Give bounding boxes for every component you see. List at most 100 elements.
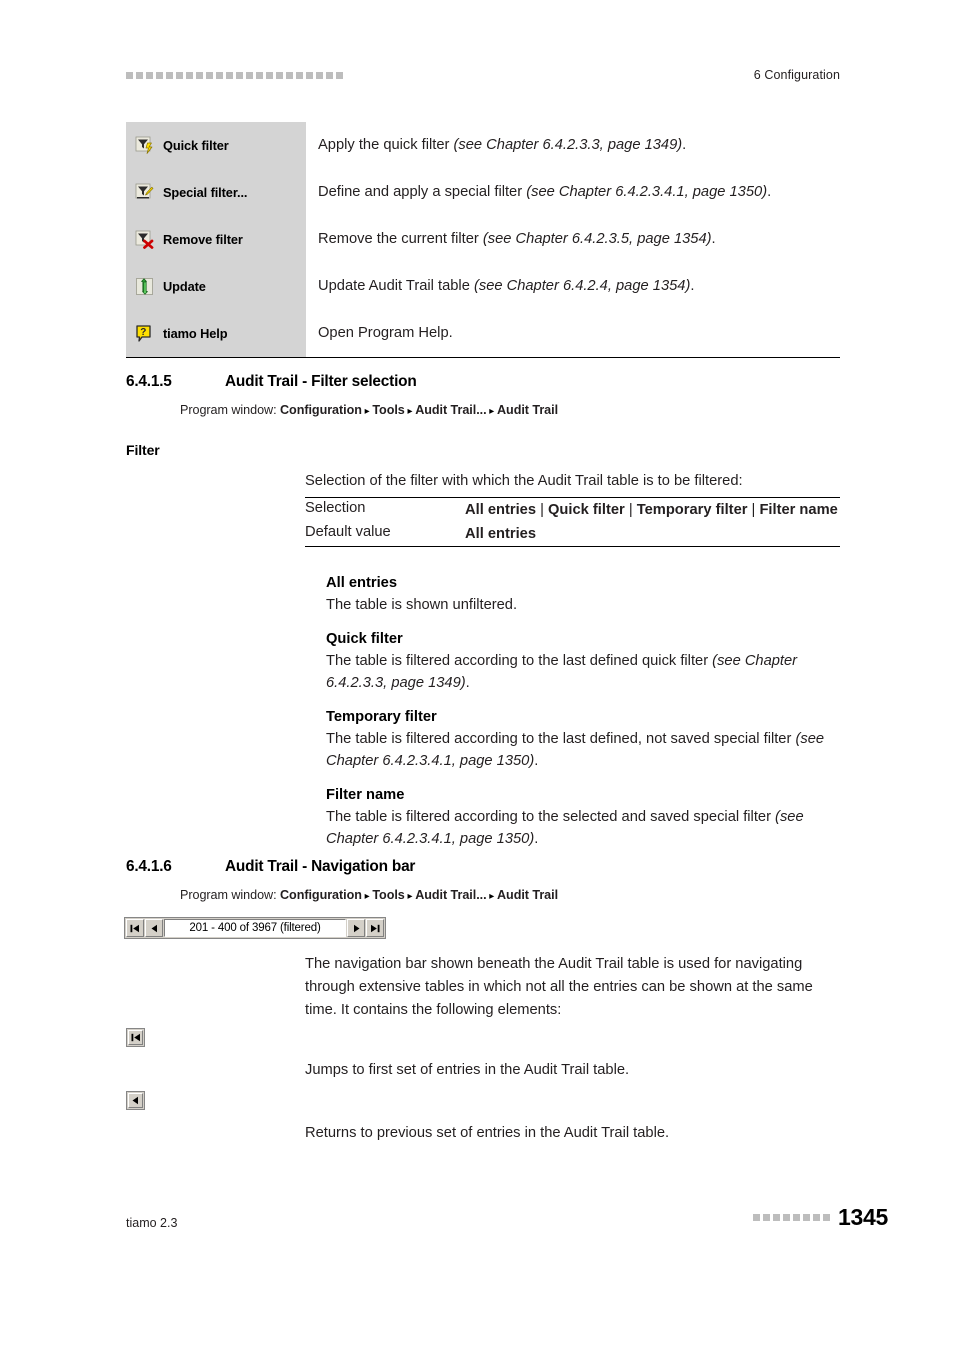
marker-square (763, 1214, 771, 1221)
chevron-right-icon: ▸ (486, 891, 497, 902)
funnel-lightning-icon (135, 136, 153, 154)
marker-square (296, 72, 303, 79)
jump-to-first-button[interactable] (126, 919, 144, 937)
marker-square (146, 72, 153, 79)
definition-description: The table is filtered according to the l… (326, 650, 841, 694)
desc-text: Open Program Help. (318, 324, 453, 341)
next-button[interactable] (347, 919, 365, 937)
value-separator: | (747, 502, 760, 518)
marker-square (773, 1214, 781, 1221)
chevron-right-icon: ▸ (404, 406, 416, 417)
funnel-pencil-icon (135, 183, 154, 199)
table-row: Selection All entries | Quick filter | T… (305, 498, 840, 522)
section-number: 6.4.1.6 (126, 858, 172, 875)
previous-button-illustration[interactable] (126, 1091, 145, 1110)
running-title: 6 Configuration (753, 68, 840, 82)
footer-product-version: tiamo 2.3 (126, 1216, 178, 1230)
definition-term: All entries (326, 575, 398, 591)
icon-description: Update Audit Trail table (see Chapter 6.… (306, 263, 840, 310)
icon-description: Remove the current filter (see Chapter 6… (306, 216, 840, 263)
program-window-path-navbar: Program window: Configuration ▸ Tools ▸ … (180, 888, 558, 902)
chevron-right-icon: ▸ (486, 406, 497, 417)
value-separator: | (624, 502, 637, 518)
marker-square (196, 72, 203, 79)
icon-cell: Remove filter (126, 216, 306, 263)
icon-cell: Special filter... (126, 169, 306, 216)
breadcrumb-item: Audit Trail... (415, 888, 487, 902)
navbar-intro-text: The navigation bar shown beneath the Aud… (305, 956, 813, 1018)
marker-square (306, 72, 313, 79)
footer-marker-squares (753, 1214, 831, 1221)
icon-description: Open Program Help. (306, 310, 840, 357)
icon-label: tiamo Help (163, 326, 228, 341)
icon-cell: Quick filter (126, 122, 306, 169)
marker-square (246, 72, 253, 79)
section-title: Audit Trail - Navigation bar (225, 858, 416, 875)
previous-description: Returns to previous set of entries in th… (305, 1125, 670, 1141)
table-row: Remove filter Remove the current filter … (126, 216, 840, 263)
definition-tail: . (534, 753, 539, 770)
definition-text: The table is shown unfiltered. (326, 597, 518, 614)
chevron-right-icon: ▸ (361, 406, 373, 417)
desc-reference: (see Chapter 6.4.2.3.3, page 1349) (453, 136, 683, 153)
marginal-note-filter: Filter (126, 442, 160, 458)
desc-text: Update Audit Trail table (318, 277, 474, 294)
marker-square (286, 72, 293, 79)
selection-key: Selection (305, 500, 366, 516)
breadcrumb-item: Configuration (280, 403, 362, 417)
header-marker-squares (126, 72, 343, 79)
definition-text: The table is filtered according to the l… (326, 653, 713, 670)
marker-square (783, 1214, 791, 1221)
definition-term: Temporary filter (326, 709, 437, 726)
definition-description: The table is shown unfiltered. (326, 594, 841, 616)
marker-square (206, 72, 213, 79)
selection-option: Temporary filter (636, 502, 748, 518)
audit-trail-navigation-bar[interactable]: 201 - 400 of 3967 (filtered) (124, 917, 386, 939)
icon-cell: ? tiamo Help (126, 310, 306, 357)
selection-option: All entries (465, 502, 537, 518)
previous-icon (151, 924, 157, 932)
footer-page-area: 1345 (753, 1206, 888, 1229)
definition-description: The table is filtered according to the s… (326, 806, 841, 850)
desc-reference: (see Chapter 6.4.2.4, page 1354) (473, 277, 691, 294)
table-row: Special filter... Define and apply a spe… (126, 169, 840, 216)
entry-range-field[interactable]: 201 - 400 of 3967 (filtered) (164, 919, 346, 937)
marker-square (126, 72, 133, 79)
definition-term: Quick filter (326, 631, 403, 648)
previous-icon (132, 1096, 138, 1105)
marker-square (226, 72, 233, 79)
desc-text: Define and apply a special filter (318, 183, 527, 200)
icon-label: Special filter... (163, 185, 248, 200)
default-key: Default value (305, 523, 391, 540)
jump-to-last-icon (371, 924, 380, 932)
table-row: Default value All entries (305, 522, 840, 546)
marker-square (336, 72, 343, 79)
jump-to-last-button[interactable] (366, 919, 384, 937)
desc-text: Remove the current filter (318, 230, 483, 247)
selection-table: Selection All entries | Quick filter | T… (305, 497, 840, 547)
previous-button[interactable] (145, 919, 163, 937)
marker-square (156, 72, 163, 79)
icon-description: Apply the quick filter (see Chapter 6.4.… (306, 122, 840, 169)
marker-square (216, 72, 223, 79)
page-number: 1345 (838, 1204, 888, 1230)
program-window-label: Program window: (180, 403, 280, 417)
table-row: Update Update Audit Trail table (see Cha… (126, 263, 840, 310)
definition-text: The table is filtered according to the s… (326, 809, 776, 826)
program-window-path-filter: Program window: Configuration ▸ Tools ▸ … (180, 403, 558, 417)
breadcrumb-item: Configuration (280, 888, 362, 902)
desc-tail: . (711, 230, 716, 247)
marker-square (256, 72, 263, 79)
chevron-right-icon: ▸ (361, 891, 373, 902)
marker-square (186, 72, 193, 79)
marker-square (823, 1214, 831, 1221)
program-window-label: Program window: (180, 888, 280, 902)
marker-square (316, 72, 323, 79)
jump-to-first-button-illustration[interactable] (126, 1028, 145, 1047)
jump-to-first-icon (130, 924, 139, 932)
chevron-right-icon: ▸ (404, 891, 416, 902)
button-face (128, 1030, 143, 1045)
next-icon (353, 924, 359, 932)
marker-square (136, 72, 143, 79)
jump-to-first-icon (131, 1033, 140, 1042)
